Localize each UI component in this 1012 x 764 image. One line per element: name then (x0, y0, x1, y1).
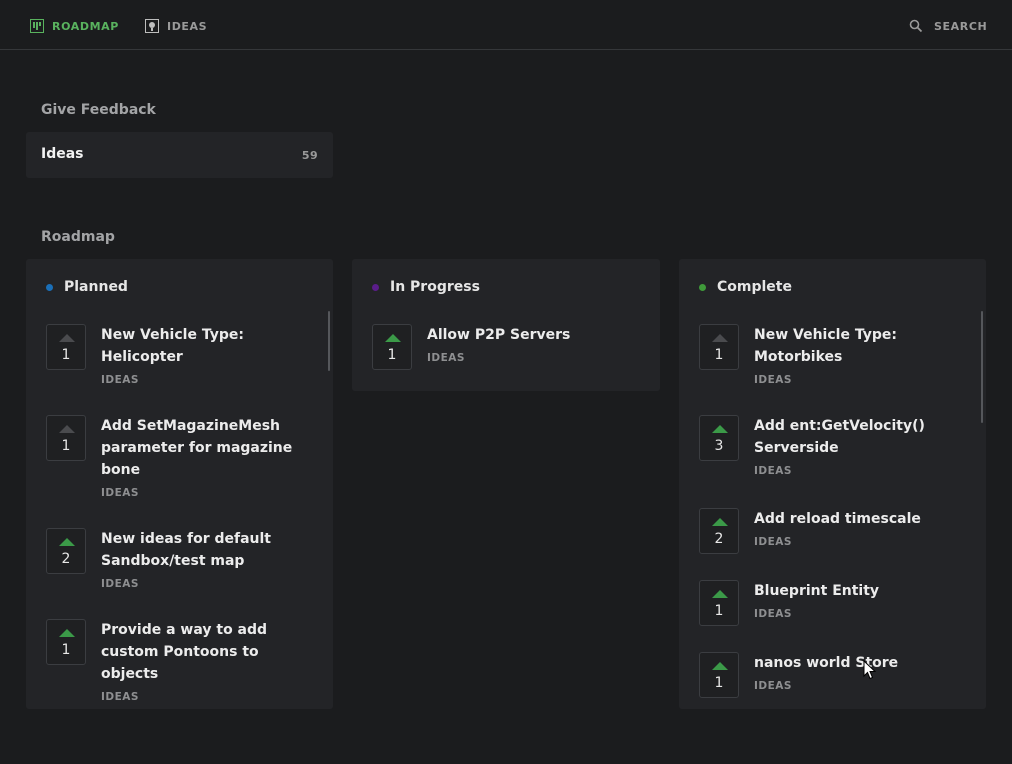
status-dot (46, 283, 53, 291)
give-feedback-title: Give Feedback (41, 102, 156, 118)
nav-roadmap-label: ROADMAP (52, 19, 119, 33)
upvote-button[interactable]: 1 (46, 324, 86, 370)
column-scrollbar[interactable] (328, 311, 330, 371)
post-board-tag: IDEAS (754, 465, 792, 477)
vote-count: 1 (61, 642, 71, 658)
upvote-arrow-icon (59, 538, 75, 546)
upvote-button[interactable]: 3 (699, 415, 739, 461)
top-nav: ROADMAP IDEAS SEARCH (0, 0, 1012, 50)
post-board-tag: IDEAS (754, 608, 792, 620)
post-title[interactable]: Provide a way to add custom Pontoons to … (101, 619, 301, 685)
column-title: Planned (64, 279, 128, 295)
vote-count: 1 (714, 347, 724, 363)
ideas-board-link[interactable]: Ideas 59 (26, 132, 333, 178)
vote-count: 1 (61, 438, 71, 454)
post-board-tag: IDEAS (101, 578, 139, 590)
vote-count: 1 (714, 675, 724, 691)
post-title[interactable]: New Vehicle Type: Helicopter (101, 324, 301, 368)
upvote-button[interactable]: 1 (372, 324, 412, 370)
column-title: In Progress (390, 279, 480, 295)
search-icon (909, 19, 923, 33)
ideas-icon (145, 19, 159, 33)
search-label: SEARCH (934, 19, 988, 33)
nav-ideas-label: IDEAS (167, 19, 208, 33)
vote-count: 1 (387, 347, 397, 363)
column-header: In Progress (372, 279, 480, 295)
post-title[interactable]: New ideas for default Sandbox/test map (101, 528, 301, 572)
upvote-arrow-icon (59, 629, 75, 637)
upvote-arrow-icon (712, 425, 728, 433)
upvote-arrow-icon (385, 334, 401, 342)
column-header: Planned (46, 279, 128, 295)
upvote-arrow-icon (712, 662, 728, 670)
status-dot (372, 283, 379, 291)
upvote-arrow-icon (712, 334, 728, 342)
vote-count: 2 (61, 551, 71, 567)
post-board-tag: IDEAS (101, 374, 139, 386)
post-board-tag: IDEAS (754, 680, 792, 692)
roadmap-column-planned: Planned 1 New Vehicle Type: Helicopter I… (26, 259, 333, 709)
post-title[interactable]: Add ent:GetVelocity() Serverside (754, 415, 954, 459)
roadmap-icon (30, 19, 44, 33)
column-scrollbar[interactable] (981, 311, 983, 423)
upvote-arrow-icon (712, 590, 728, 598)
post-title[interactable]: Add reload timescale (754, 508, 954, 530)
status-dot (699, 283, 706, 291)
upvote-button[interactable]: 1 (699, 324, 739, 370)
upvote-button[interactable]: 2 (699, 508, 739, 554)
vote-count: 1 (61, 347, 71, 363)
post-title[interactable]: Allow P2P Servers (427, 324, 627, 346)
post-title[interactable]: New Vehicle Type: Motorbikes (754, 324, 954, 368)
post-board-tag: IDEAS (101, 691, 139, 703)
vote-count: 3 (714, 438, 724, 454)
roadmap-column-in-progress: In Progress 1 Allow P2P Servers IDEAS (352, 259, 660, 391)
column-title: Complete (717, 279, 792, 295)
column-header: Complete (699, 279, 792, 295)
mouse-cursor-icon (863, 659, 877, 680)
post-board-tag: IDEAS (754, 536, 792, 548)
upvote-button[interactable]: 1 (699, 652, 739, 698)
upvote-button[interactable]: 1 (46, 619, 86, 665)
roadmap-column-complete: Complete 1 New Vehicle Type: Motorbikes … (679, 259, 986, 709)
upvote-button[interactable]: 1 (699, 580, 739, 626)
upvote-button[interactable]: 1 (46, 415, 86, 461)
vote-count: 1 (714, 603, 724, 619)
search-button[interactable]: SEARCH (909, 18, 987, 34)
upvote-button[interactable]: 2 (46, 528, 86, 574)
upvote-arrow-icon (59, 425, 75, 433)
nav-roadmap-link[interactable]: ROADMAP (30, 18, 119, 34)
post-board-tag: IDEAS (427, 352, 465, 364)
upvote-arrow-icon (59, 334, 75, 342)
vote-count: 2 (714, 531, 724, 547)
post-title[interactable]: Add SetMagazineMesh parameter for magazi… (101, 415, 301, 481)
post-board-tag: IDEAS (754, 374, 792, 386)
roadmap-title: Roadmap (41, 229, 115, 245)
nav-ideas-link[interactable]: IDEAS (145, 18, 207, 34)
post-title[interactable]: Blueprint Entity (754, 580, 954, 602)
upvote-arrow-icon (712, 518, 728, 526)
board-name: Ideas (41, 146, 84, 162)
post-title[interactable]: nanos world Store (754, 652, 954, 674)
post-board-tag: IDEAS (101, 487, 139, 499)
board-count: 59 (301, 149, 318, 162)
